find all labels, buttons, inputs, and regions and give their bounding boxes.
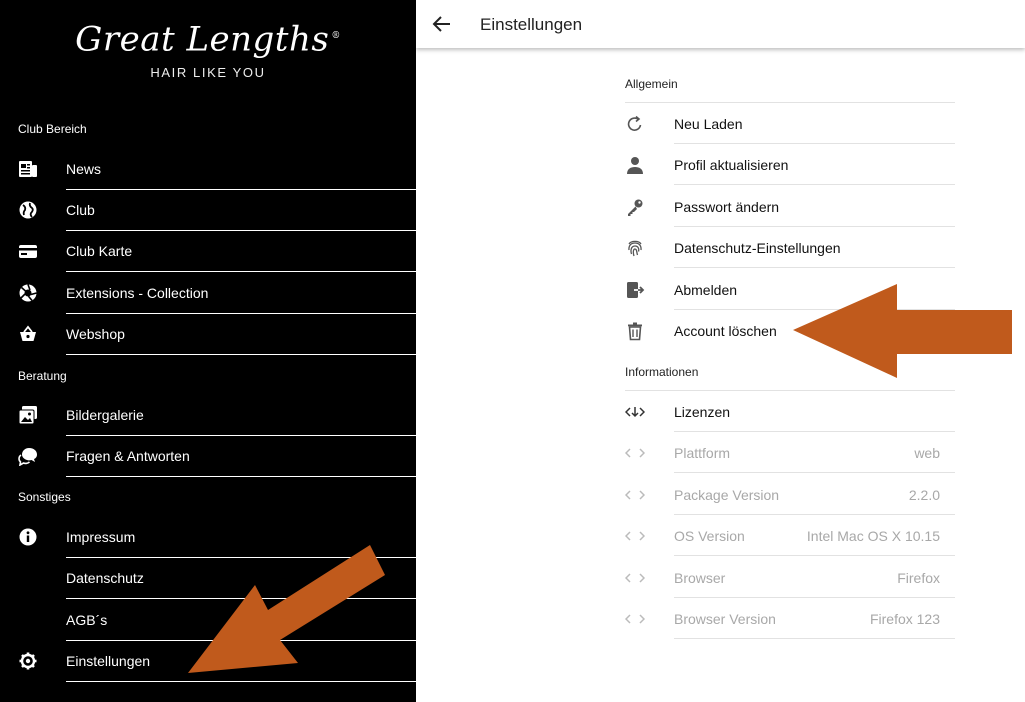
settings-row-label: Datenschutz-Einstellungen	[674, 240, 841, 256]
divider	[66, 476, 416, 477]
divider	[674, 184, 955, 185]
code-download-icon	[625, 407, 645, 418]
chat-bubbles-icon	[18, 448, 37, 466]
info-package-version: Package Version 2.2.0	[625, 474, 955, 515]
app-bar: Einstellungen	[416, 0, 1025, 48]
settings-row-label: Account löschen	[674, 323, 777, 339]
info-value: web	[914, 445, 940, 461]
divider	[66, 354, 416, 355]
back-arrow-icon[interactable]	[430, 12, 454, 36]
settings-profile[interactable]: Profil aktualisieren	[625, 144, 955, 185]
info-label: Browser	[674, 570, 726, 586]
settings-privacy[interactable]: Datenschutz-Einstellungen	[625, 227, 955, 268]
sidebar-item-einstellungen[interactable]: Einstellungen	[0, 641, 416, 682]
sidebar-item-bildergalerie[interactable]: Bildergalerie	[0, 395, 416, 436]
logo-wordmark: Great Lengths ®	[75, 19, 341, 60]
info-label: Plattform	[674, 445, 731, 461]
info-value: Firefox	[897, 570, 940, 586]
settings-delete-account[interactable]: Account löschen	[625, 310, 955, 351]
sidebar-item-label: Club Karte	[66, 243, 133, 259]
sidebar-item-extensions[interactable]: Extensions - Collection	[0, 273, 416, 314]
globe-icon	[19, 201, 37, 219]
divider	[66, 681, 416, 682]
info-platform: Plattform web	[625, 432, 955, 473]
divider	[674, 267, 955, 268]
section-label-club: Club Bereich	[18, 122, 87, 136]
section-label-beratung: Beratung	[18, 369, 67, 383]
sidebar-item-label: Club	[66, 202, 95, 218]
sidebar-item-datenschutz[interactable]: Datenschutz	[0, 558, 416, 599]
info-icon	[19, 528, 37, 546]
settings-row-label: Profil aktualisieren	[674, 157, 789, 173]
code-icon	[625, 614, 645, 624]
trash-icon	[628, 322, 642, 341]
info-label: OS Version	[674, 528, 745, 544]
settings-password[interactable]: Passwort ändern	[625, 186, 955, 227]
basket-icon	[20, 325, 36, 341]
divider	[674, 638, 955, 639]
sidebar-item-label: News	[66, 161, 102, 177]
info-label: Browser Version	[674, 611, 776, 627]
code-icon	[625, 573, 645, 583]
sidebar-item-impressum[interactable]: Impressum	[0, 517, 416, 558]
settings-row-label: Lizenzen	[674, 404, 731, 420]
section-label-sonstiges: Sonstiges	[18, 490, 71, 504]
fingerprint-icon	[628, 240, 642, 257]
settings-row-label: Passwort ändern	[674, 199, 780, 215]
settings-licenses[interactable]: Lizenzen	[625, 391, 955, 432]
divider	[674, 555, 955, 556]
sidebar-item-label: Webshop	[66, 326, 125, 342]
settings-logout[interactable]: Abmelden	[625, 269, 955, 310]
key-icon	[628, 199, 643, 216]
sidebar-item-fragen[interactable]: Fragen & Antworten	[0, 436, 416, 477]
settings-row-label: Abmelden	[674, 282, 738, 298]
refresh-icon	[627, 115, 642, 131]
sidebar-item-label: Einstellungen	[66, 653, 151, 669]
sidebar-item-club-karte[interactable]: Club Karte	[0, 231, 416, 272]
credit-card-icon	[19, 245, 37, 258]
logo-tagline: HAIR LIKE YOU	[150, 65, 266, 81]
sidebar-item-label: Impressum	[66, 529, 136, 545]
divider	[66, 598, 416, 599]
code-icon	[625, 531, 645, 541]
sidebar-item-label: Extensions - Collection	[66, 285, 209, 301]
sidebar: Great Lengths ® HAIR LIKE YOU Club Bereic…	[0, 0, 416, 702]
brand-logo: Great Lengths ® HAIR LIKE YOU	[0, 14, 416, 80]
info-value: Firefox 123	[869, 611, 940, 627]
sidebar-item-club[interactable]: Club	[0, 190, 416, 231]
info-browser: Browser Firefox	[625, 557, 955, 598]
newspaper-icon	[19, 161, 37, 177]
info-os-version: OS Version Intel Mac OS X 10.15	[625, 515, 955, 556]
settings-row-label: Neu Laden	[674, 116, 743, 132]
sidebar-item-label: Fragen & Antworten	[66, 448, 190, 464]
sidebar-item-webshop[interactable]: Webshop	[0, 314, 416, 355]
logout-icon	[627, 282, 645, 298]
gear-icon	[19, 652, 37, 670]
person-icon	[627, 157, 643, 174]
info-browser-version: Browser Version Firefox 123	[625, 598, 955, 639]
divider	[66, 271, 416, 272]
page-title: Einstellungen	[480, 15, 583, 34]
group-header-info: Informationen	[625, 365, 699, 379]
image-gallery-icon	[18, 406, 37, 425]
info-value: Intel Mac OS X 10.15	[806, 528, 940, 544]
divider	[674, 472, 955, 473]
settings-reload[interactable]: Neu Laden	[625, 103, 955, 144]
sidebar-item-label: Bildergalerie	[66, 407, 144, 423]
sidebar-item-agb[interactable]: AGB´s	[0, 600, 416, 641]
sidebar-item-label: AGB´s	[66, 612, 108, 628]
aperture-icon	[19, 284, 37, 302]
code-icon	[625, 448, 645, 458]
info-label: Package Version	[674, 487, 780, 503]
group-header-general: Allgemein	[625, 77, 678, 91]
sidebar-item-news[interactable]: News	[0, 149, 416, 190]
code-icon	[625, 490, 645, 500]
sidebar-item-label: Datenschutz	[66, 570, 144, 586]
info-value: 2.2.0	[908, 487, 940, 503]
